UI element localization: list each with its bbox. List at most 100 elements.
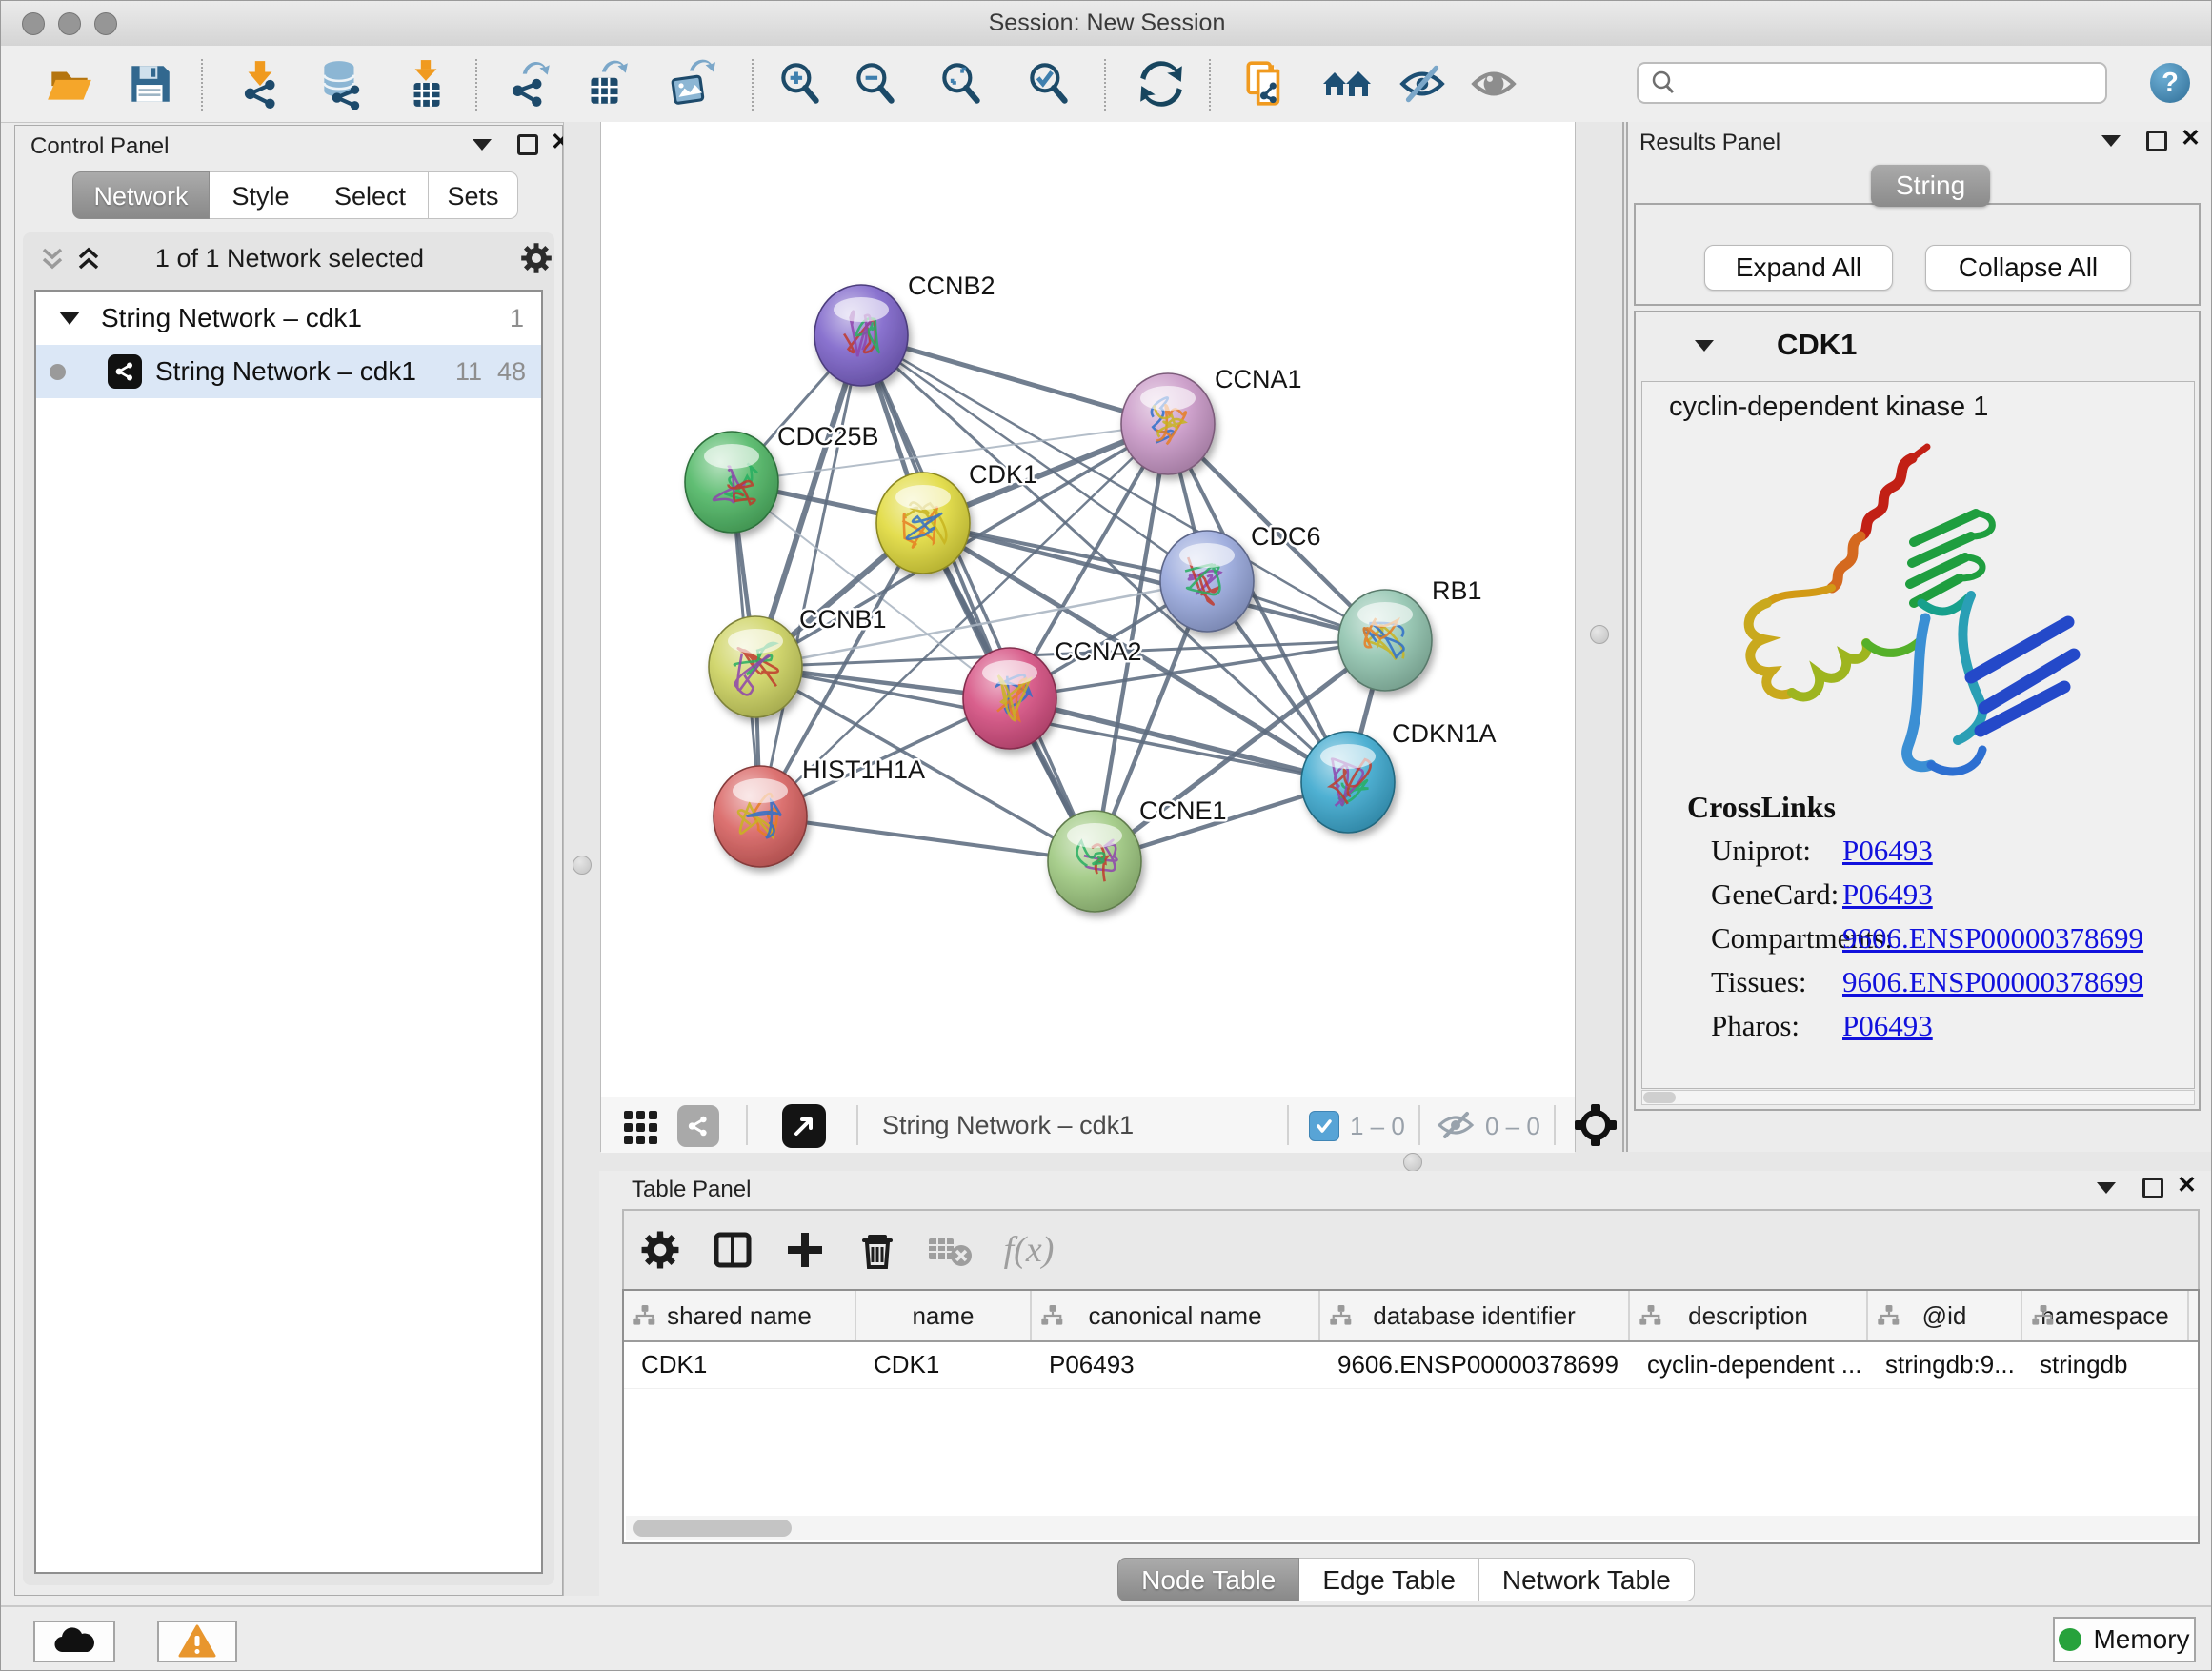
left-splitter-handle[interactable]	[573, 856, 592, 875]
refresh-button[interactable]	[1135, 56, 1188, 111]
edge-CCNB2-CCNA1[interactable]	[861, 335, 1168, 424]
column-header--id[interactable]: @id	[1868, 1291, 2022, 1340]
section-expander-icon[interactable]	[1695, 339, 1714, 356]
show-hidden-button[interactable]	[1467, 56, 1520, 111]
node-CDK1[interactable]	[876, 473, 970, 574]
close-panel-icon[interactable]: ✕	[2177, 1176, 2197, 1195]
zoom-selected-button[interactable]	[1022, 56, 1076, 111]
table-cell[interactable]: CDK1	[856, 1342, 1032, 1388]
network-graph[interactable]: CCNB2CCNA1CDC25BCDK1CDC6RB1CCNB1CCNA2CDK…	[601, 122, 1575, 1097]
column-header-description[interactable]: description	[1630, 1291, 1868, 1340]
results-scrollbar[interactable]	[1641, 1090, 2195, 1105]
close-panel-icon[interactable]: ✕	[2181, 129, 2201, 148]
network-share-button[interactable]	[677, 1105, 719, 1147]
tab-network[interactable]: Network	[72, 171, 210, 219]
table-scrollbar[interactable]	[626, 1516, 2198, 1540]
crosslink-link[interactable]: 9606.ENSP00000378699	[1842, 921, 2143, 956]
column-header-namespace[interactable]: namespace	[2022, 1291, 2189, 1340]
crosslink-link[interactable]: 9606.ENSP00000378699	[1842, 965, 2143, 999]
show-columns-icon[interactable]	[696, 1228, 769, 1272]
collapse-all-button[interactable]: Collapse All	[1925, 245, 2131, 291]
tab-select[interactable]: Select	[312, 171, 429, 219]
memory-button[interactable]: Memory	[2053, 1617, 2196, 1662]
horizontal-splitter-handle[interactable]	[1403, 1153, 1422, 1172]
crosslink-link[interactable]: P06493	[1842, 877, 1933, 912]
export-image-button[interactable]	[663, 56, 716, 111]
table-options-gear-icon[interactable]	[624, 1229, 696, 1271]
node-CCNA1[interactable]	[1121, 373, 1215, 474]
column-header-database-identifier[interactable]: database identifier	[1320, 1291, 1630, 1340]
tab-style[interactable]: Style	[210, 171, 312, 219]
tab-network-table[interactable]: Network Table	[1479, 1558, 1695, 1601]
right-splitter-handle[interactable]	[1590, 625, 1609, 644]
table-row[interactable]: CDK1CDK1P064939606.ENSP00000378699cyclin…	[624, 1342, 2198, 1389]
collection-expander-icon[interactable]	[59, 312, 80, 325]
search-input[interactable]	[1677, 69, 2081, 97]
birds-eye-view-icon[interactable]	[1573, 1102, 1619, 1153]
cloud-button[interactable]	[33, 1621, 115, 1662]
float-panel-icon[interactable]	[2146, 131, 2167, 156]
zoom-fit-button[interactable]	[935, 56, 988, 111]
warning-button[interactable]	[157, 1621, 237, 1662]
collapse-panel-icon[interactable]	[2101, 134, 2121, 151]
duplicate-network-button[interactable]	[1239, 56, 1293, 111]
table-cell[interactable]: CDK1	[624, 1342, 856, 1388]
node-HIST1H1A[interactable]	[714, 766, 807, 867]
export-network-button[interactable]	[502, 56, 555, 111]
table-cell[interactable]: stringdb	[2022, 1342, 2189, 1388]
edge-CCNB2-HIST1H1A[interactable]	[760, 335, 861, 816]
node-RB1[interactable]	[1338, 590, 1432, 691]
tab-sets[interactable]: Sets	[429, 171, 518, 219]
node-CCNB1[interactable]	[709, 616, 802, 717]
export-table-button[interactable]	[578, 56, 632, 111]
network-collection-row[interactable]: String Network – cdk1 1	[36, 292, 541, 345]
column-header-name[interactable]: name	[856, 1291, 1032, 1340]
expand-all-networks-icon[interactable]	[76, 246, 101, 277]
show-all-networks-button[interactable]	[1320, 56, 1374, 111]
create-column-icon[interactable]	[769, 1229, 841, 1271]
network-row[interactable]: String Network – cdk1 11 48	[36, 345, 541, 398]
save-session-button[interactable]	[123, 56, 176, 111]
expand-all-button[interactable]: Expand All	[1704, 245, 1893, 291]
table-cell[interactable]: P06493	[1032, 1342, 1320, 1388]
node-CDC25B[interactable]	[685, 432, 778, 533]
delete-column-icon[interactable]	[841, 1229, 914, 1271]
tab-edge-table[interactable]: Edge Table	[1299, 1558, 1479, 1601]
import-network-file-button[interactable]	[233, 56, 287, 111]
import-network-database-button[interactable]	[314, 56, 368, 111]
crosslink-link[interactable]: P06493	[1842, 1009, 1933, 1043]
node-CCNA2[interactable]	[963, 648, 1056, 749]
float-panel-icon[interactable]	[517, 134, 538, 160]
tab-node-table[interactable]: Node Table	[1117, 1558, 1299, 1601]
column-header-canonical-name[interactable]: canonical name	[1032, 1291, 1320, 1340]
help-button[interactable]: ?	[2150, 63, 2190, 103]
horizontal-splitter[interactable]	[599, 1152, 2212, 1171]
tab-string[interactable]: String	[1871, 165, 1990, 207]
collapse-all-networks-icon[interactable]	[40, 246, 65, 277]
node-CCNE1[interactable]	[1048, 811, 1141, 912]
crosslink-link[interactable]: P06493	[1842, 834, 1933, 868]
collapse-panel-icon[interactable]	[473, 138, 492, 155]
left-splitter[interactable]	[563, 122, 601, 1596]
hide-selected-button[interactable]	[1396, 56, 1449, 111]
table-cell[interactable]: cyclin-dependent ...	[1630, 1342, 1868, 1388]
float-panel-icon[interactable]	[2142, 1178, 2163, 1203]
goto-network-button[interactable]	[782, 1104, 826, 1148]
table-cell[interactable]: 9606.ENSP00000378699	[1320, 1342, 1630, 1388]
node-CDKN1A[interactable]	[1301, 732, 1395, 833]
node-CCNB2[interactable]	[814, 285, 908, 386]
collapse-panel-icon[interactable]	[2097, 1181, 2116, 1198]
edge-HIST1H1A-CCNE1[interactable]	[760, 816, 1095, 861]
right-splitter[interactable]	[1575, 122, 1626, 1152]
zoom-in-button[interactable]	[774, 56, 827, 111]
table-cell[interactable]: stringdb:9...	[1868, 1342, 2022, 1388]
grid-view-icon[interactable]	[622, 1107, 660, 1150]
search-box[interactable]	[1637, 62, 2107, 104]
network-options-gear-icon[interactable]	[518, 240, 554, 281]
node-CDC6[interactable]	[1160, 531, 1254, 632]
selected-checkbox[interactable]	[1309, 1111, 1339, 1141]
import-table-file-button[interactable]	[399, 56, 452, 111]
column-header-shared-name[interactable]: shared name	[624, 1291, 856, 1340]
open-session-button[interactable]	[43, 56, 96, 111]
table-scrollbar-thumb[interactable]	[633, 1520, 792, 1537]
